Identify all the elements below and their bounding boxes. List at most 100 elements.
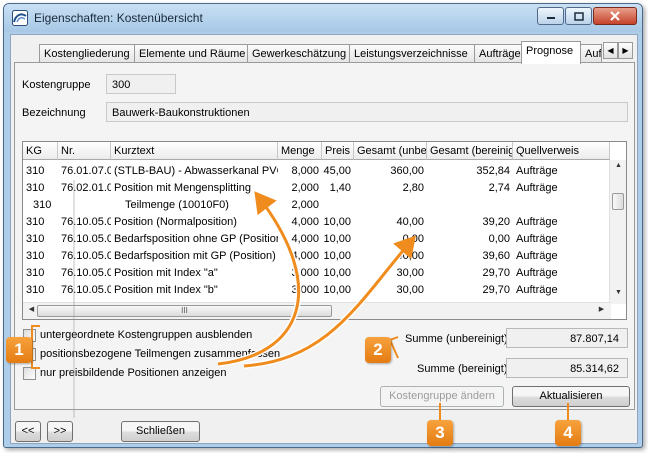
col-header-preis[interactable]: Preis xyxy=(322,142,354,160)
cell-kurztext: Position (Normalposition) xyxy=(114,216,237,228)
table-row[interactable]: 310 76.10.05.0 Bedarfsposition mit GP (Pos… xyxy=(23,248,610,265)
cell-quelle: Aufträge xyxy=(516,233,558,245)
col-header-nr[interactable]: Nr. xyxy=(58,142,111,160)
vertical-scroll-thumb[interactable] xyxy=(612,193,624,210)
cell-gesamt-unber: 40,00 xyxy=(396,216,424,228)
cost-grid[interactable]: KG Nr. Kurztext Menge Preis Gesamt (unbe… xyxy=(22,141,627,320)
cell-preis xyxy=(322,197,354,214)
table-row[interactable]: 310 76.10.05.0 Position (Normalposition) 4,… xyxy=(23,214,610,231)
maximize-icon xyxy=(573,11,584,21)
tab-scroll-left-icon[interactable]: ◀ xyxy=(603,42,618,59)
tab-prognose[interactable]: Prognose xyxy=(521,41,581,64)
col-header-kurztext[interactable]: Kurztext xyxy=(111,142,278,160)
horizontal-scrollbar[interactable]: ◀ III ▶ xyxy=(23,302,611,319)
cell-quelle xyxy=(513,197,610,214)
cell-kg: 310 xyxy=(26,165,45,177)
cell-menge: 4,000 xyxy=(291,216,319,228)
tab-elemente-und-raeume[interactable]: Elemente und Räume xyxy=(134,44,248,63)
cell-menge: 8,000 xyxy=(291,165,319,177)
refresh-button[interactable]: Aktualisieren xyxy=(512,386,630,407)
tab-strip: Kostengliederung Elemente und Räume Gewe… xyxy=(11,41,637,64)
tab-label: Kostengliederung xyxy=(44,48,130,60)
tab-label: Leistungsverzeichnisse xyxy=(354,48,468,60)
cell-gesamt-unber: 40,00 xyxy=(396,250,424,262)
sum-bereinigt-value: 85.314,62 xyxy=(506,358,628,378)
cell-gesamt-bereinigt: 2,74 xyxy=(488,182,510,194)
col-header-kg[interactable]: KG xyxy=(23,142,58,160)
tab-auftraege[interactable]: Aufträge xyxy=(474,44,524,63)
minimize-icon xyxy=(546,17,555,19)
table-row[interactable]: 310 76.10.05.0 Position mit Index "a" 3,000… xyxy=(23,265,610,282)
vertical-scrollbar[interactable]: ▲ ▼ xyxy=(609,160,626,304)
table-row[interactable]: 310 76.01.07.0 (STLB-BAU) - Abwasserkanal … xyxy=(23,163,610,180)
col-header-gesamt-bereinigt[interactable]: Gesamt (bereinigt) xyxy=(427,142,513,160)
window-title: Eigenschaften: Kostenübersicht xyxy=(34,11,203,25)
table-row[interactable]: 310 Teilmenge (10010F0) 2,000 xyxy=(23,197,610,214)
tab-auf-truncated[interactable]: Auf xyxy=(580,44,602,63)
col-header-menge[interactable]: Menge xyxy=(278,142,322,160)
scroll-up-icon[interactable]: ▲ xyxy=(612,162,625,175)
callout-badge-1: 1 xyxy=(6,337,32,363)
cell-kg: 310 xyxy=(26,216,45,228)
cell-gesamt-unber: 0,00 xyxy=(402,233,424,245)
change-cost-group-button[interactable]: Kostengruppe ändern xyxy=(380,386,504,407)
scroll-right-icon[interactable]: ▶ xyxy=(595,305,608,318)
option-label: nur preisbildende Positionen anzeigen xyxy=(40,367,227,379)
col-header-gesamt-unbereinigt[interactable]: Gesamt (unber xyxy=(354,142,427,160)
cell-menge: 4,000 xyxy=(291,250,319,262)
tab-label: Auf xyxy=(585,48,602,60)
table-row[interactable]: 310 76.10.05.0 Bedarfsposition ohne GP (Po… xyxy=(23,231,610,248)
cell-quelle: Aufträge xyxy=(516,216,558,228)
cell-nr: 76.10.05.0 xyxy=(61,284,111,296)
close-dialog-button[interactable]: Schließen xyxy=(121,421,200,442)
cell-kurztext: Teilmenge (10010F0) xyxy=(125,199,229,211)
cell-nr: 76.10.05.0 xyxy=(61,233,111,245)
tab-label: Prognose xyxy=(526,45,574,57)
cell-quelle: Aufträge xyxy=(516,165,558,177)
sum-bereinigt-label: Summe (bereinigt) xyxy=(417,363,508,375)
kostengruppe-label: Kostengruppe xyxy=(22,79,91,91)
close-button[interactable] xyxy=(593,7,637,25)
cell-kg: 310 xyxy=(26,267,45,279)
minimize-button[interactable] xyxy=(537,7,564,25)
next-button[interactable]: >> xyxy=(47,421,73,442)
bezeichnung-field: Bauwerk-Baukonstruktionen xyxy=(106,102,628,122)
table-row[interactable]: 310 76.10.05.0 Position mit Index "b" 3,000… xyxy=(23,282,610,299)
cell-kg: 310 xyxy=(26,284,45,296)
cell-nr: 76.01.07.0 xyxy=(61,165,111,177)
cell-menge: 4,000 xyxy=(291,233,319,245)
bezeichnung-label: Bezeichnung xyxy=(22,107,86,119)
tab-leistungsverzeichnisse[interactable]: Leistungsverzeichnisse xyxy=(349,44,475,63)
cell-gesamt-unber: 30,00 xyxy=(396,267,424,279)
cell-gesamt-bereinigt: 352,84 xyxy=(476,165,510,177)
col-header-quellverweis[interactable]: Quellverweis xyxy=(513,142,610,160)
option-only-pricing-positions[interactable]: nur preisbildende Positionen anzeigen xyxy=(23,365,227,381)
sum-unbereinigt-value: 87.807,14 xyxy=(506,328,628,348)
tab-gewerkeschaetzung[interactable]: Gewerkeschätzung xyxy=(247,44,350,63)
horizontal-scroll-thumb[interactable]: III xyxy=(37,305,332,317)
cell-nr: 76.10.05.0 xyxy=(61,216,111,228)
cell-kg: 310 xyxy=(33,199,52,211)
cell-kurztext: Position mit Index "a" xyxy=(114,267,218,279)
tab-kostengliederung[interactable]: Kostengliederung xyxy=(39,44,135,63)
cell-nr: 76.10.05.0 xyxy=(61,250,111,262)
option-hide-subgroups[interactable]: untergeordnete Kostengruppen ausblenden xyxy=(23,327,252,343)
option-merge-partial-quantities[interactable]: positionsbezogene Teilmengen zusammenfas… xyxy=(23,346,280,362)
previous-button[interactable]: << xyxy=(15,421,41,442)
properties-window: Eigenschaften: Kostenübersicht Kostengli… xyxy=(3,3,643,448)
cell-preis: 10,00 xyxy=(323,216,351,228)
table-row[interactable]: 310 76.02.01.0 Position mit Mengensplittin… xyxy=(23,180,610,197)
checkbox[interactable] xyxy=(23,366,36,380)
scroll-down-icon[interactable]: ▼ xyxy=(612,289,625,302)
tab-scroll-right-icon[interactable]: ▶ xyxy=(618,42,633,59)
title-bar[interactable]: Eigenschaften: Kostenübersicht xyxy=(4,4,642,32)
cell-preis: 10,00 xyxy=(323,267,351,279)
cell-preis: 10,00 xyxy=(323,284,351,296)
tab-label: Gewerkeschätzung xyxy=(252,48,347,60)
cell-nr xyxy=(58,197,111,214)
cell-gesamt-bereinigt: 29,70 xyxy=(482,267,510,279)
cell-quelle: Aufträge xyxy=(516,250,558,262)
tab-label: Aufträge xyxy=(479,48,521,60)
maximize-button[interactable] xyxy=(565,7,592,25)
callout-badge-4: 4 xyxy=(555,420,581,446)
